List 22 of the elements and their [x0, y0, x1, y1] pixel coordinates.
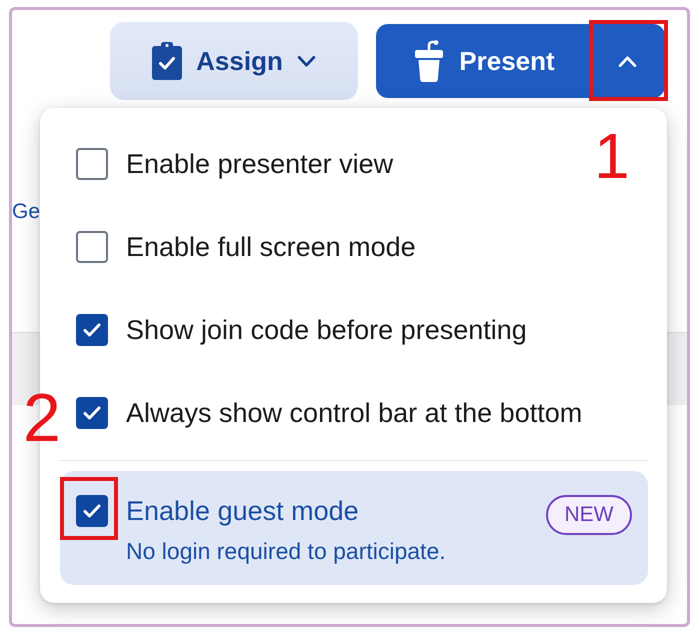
option-label: Show join code before presenting [126, 314, 527, 346]
checkmark-icon [83, 406, 101, 420]
checkbox[interactable] [76, 230, 108, 262]
option-label: Enable presenter view [126, 148, 394, 180]
option-label: Enable full screen mode [126, 230, 416, 262]
new-badge: NEW [546, 495, 632, 535]
checkmark-icon [83, 322, 101, 336]
assign-button[interactable]: Assign [110, 22, 358, 100]
callout-number: 2 [23, 384, 61, 452]
callout-number: 1 [594, 124, 630, 188]
option-label: Always show control bar at the bottom [126, 396, 582, 428]
checkbox[interactable] [76, 495, 108, 527]
checkbox[interactable] [76, 148, 108, 180]
present-button[interactable]: Present [376, 24, 590, 98]
checkbox[interactable] [76, 396, 108, 428]
option-description: No login required to participate. [126, 537, 446, 565]
checkbox[interactable] [76, 314, 108, 346]
link-text[interactable]: Ge [12, 198, 40, 226]
option-label: Enable guest mode [126, 495, 359, 527]
podium-icon [415, 40, 444, 82]
clipboard-check-icon [152, 42, 182, 80]
checkmark-icon [83, 504, 101, 518]
